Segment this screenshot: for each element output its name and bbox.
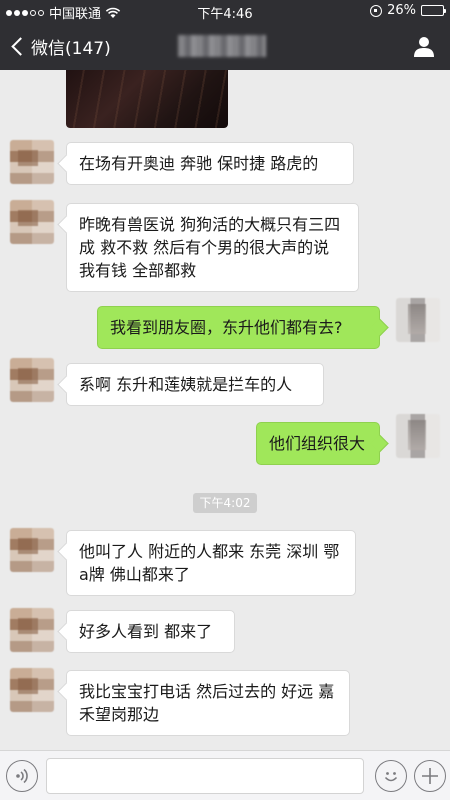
avatar[interactable] [10,140,54,184]
message-bubble-7[interactable]: 我比宝宝打电话 然后过去的 好远 嘉禾望岗那边 [66,670,350,736]
status-right: 26% [370,3,446,18]
message-input[interactable] [46,758,364,794]
battery-percent: 26% [387,3,416,18]
message-bubble-0[interactable]: 在场有开奥迪 奔驰 保时捷 路虎的 [66,142,354,185]
chevron-left-icon [11,37,30,56]
voice-button[interactable] [6,760,38,792]
profile-icon[interactable] [412,34,436,58]
message-bubble-4[interactable]: 他们组织很大 [256,422,380,465]
plus-icon [422,768,438,784]
orientation-lock-icon [370,4,383,17]
back-button[interactable]: 微信(147) [8,34,111,59]
status-bar: 中国联通 下午4:46 26% [0,0,450,22]
back-label: 微信(147) [31,39,111,59]
message-bubble-5[interactable]: 他叫了人 附近的人都来 东莞 深圳 鄂a牌 佛山都来了 [66,530,356,596]
nav-bar: 微信(147) [0,22,450,70]
time-divider: 下午4:02 [193,493,257,513]
chat-area[interactable]: 在场有开奥迪 奔驰 保时捷 路虎的 昨晚有兽医说 狗狗活的大概只有三四成 救不救… [0,70,450,750]
avatar[interactable] [10,668,54,712]
input-bar [0,750,450,800]
battery-icon [421,5,446,16]
message-bubble-3[interactable]: 系啊 东升和莲姨就是拦车的人 [66,363,324,406]
avatar[interactable] [10,200,54,244]
emoji-button[interactable] [375,760,407,792]
message-bubble-2[interactable]: 我看到朋友圈，东升他们都有去? [97,306,380,349]
image-message[interactable] [66,70,228,128]
plus-button[interactable] [414,760,446,792]
message-bubble-6[interactable]: 好多人看到 都来了 [66,610,235,653]
avatar[interactable] [10,358,54,402]
voice-icon [16,768,28,784]
avatar[interactable] [396,298,440,342]
chat-title-blurred [178,35,266,57]
emoji-icon [384,772,398,782]
avatar[interactable] [10,608,54,652]
avatar[interactable] [396,414,440,458]
message-bubble-1[interactable]: 昨晚有兽医说 狗狗活的大概只有三四成 救不救 然后有个男的很大声的说 我有钱 全… [66,203,359,292]
avatar[interactable] [10,528,54,572]
